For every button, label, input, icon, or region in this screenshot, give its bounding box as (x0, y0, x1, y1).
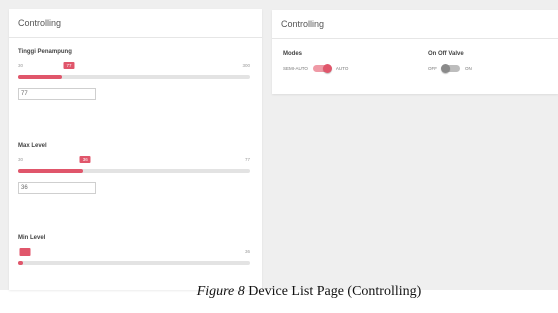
slider-min-label: 30 (18, 63, 24, 68)
slider-max-label: 36 (244, 249, 250, 254)
slider-tinggi-penampung: Tinggi Penampung 30 77 300 77 (18, 49, 250, 100)
slider-track[interactable] (18, 169, 250, 173)
controlling-card-switches: Controlling Modes SEMI-AUTO AUTO On Off … (272, 10, 558, 94)
valve-switch-row: OFF ON (428, 64, 472, 73)
figure-number: Figure 8 (196, 284, 245, 299)
slider-track[interactable] (18, 75, 250, 79)
slider-track[interactable] (18, 261, 250, 265)
slider-label: Tinggi Penampung (18, 49, 72, 55)
toggle-knob[interactable] (441, 64, 450, 73)
slider-min-label: 30 (18, 157, 24, 162)
card-title: Controlling (272, 10, 558, 39)
figure-caption: Figure 8 Device List Page (Controlling) (0, 284, 558, 300)
tinggi-penampung-input[interactable]: 77 (18, 88, 96, 100)
card-title: Controlling (9, 9, 262, 38)
slider-max-level: Max Level 30 36 77 36 (18, 143, 250, 194)
slider-value-pill: 36 (79, 156, 91, 163)
modes-toggle[interactable] (312, 64, 332, 73)
modes-title: Modes (283, 51, 303, 57)
slider-min-level: Min Level 36 (18, 235, 250, 265)
slider-label: Max Level (18, 143, 47, 149)
valve-control: On Off Valve OFF ON (428, 51, 472, 73)
toggle-knob[interactable] (322, 64, 332, 73)
valve-title: On Off Valve (428, 51, 464, 57)
valve-right-label: ON (465, 66, 472, 71)
dashboard-screen: Controlling Tinggi Penampung 30 77 300 7… (0, 0, 558, 290)
controlling-card-sliders: Controlling Tinggi Penampung 30 77 300 7… (9, 9, 262, 290)
slider-fill[interactable] (18, 169, 83, 173)
slider-max-label: 300 (242, 63, 250, 68)
slider-range-row: 30 36 77 (18, 155, 250, 169)
valve-left-label: OFF (428, 66, 437, 71)
figure-caption-text: Device List Page (Controlling) (244, 284, 422, 299)
slider-fill[interactable] (18, 75, 63, 79)
slider-range-row: 30 77 300 (18, 61, 250, 75)
slider-value-pill (19, 248, 31, 256)
modes-left-label: SEMI-AUTO (283, 66, 308, 71)
slider-label: Min Level (18, 235, 46, 241)
modes-control: Modes SEMI-AUTO AUTO (283, 51, 349, 73)
valve-toggle[interactable] (441, 64, 460, 73)
max-level-input[interactable]: 36 (18, 182, 96, 194)
slider-value-pill: 77 (63, 62, 75, 69)
slider-fill[interactable] (18, 261, 23, 265)
modes-switch-row: SEMI-AUTO AUTO (283, 64, 349, 73)
modes-right-label: AUTO (335, 66, 349, 71)
slider-max-label: 77 (244, 157, 250, 162)
slider-range-row: 36 (18, 247, 250, 261)
